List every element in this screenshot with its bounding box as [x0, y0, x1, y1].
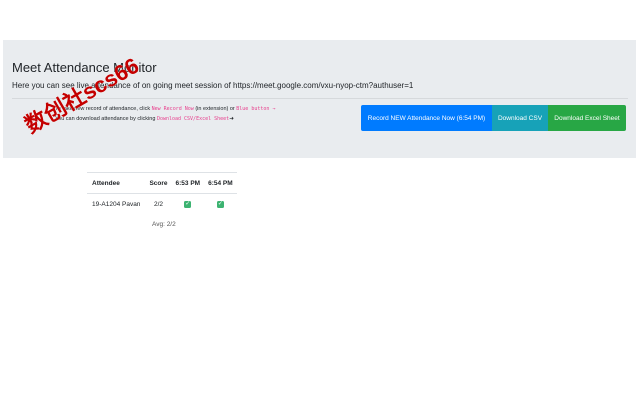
check-icon: ✓: [184, 201, 192, 208]
column-header-time-2: 6:54 PM: [204, 172, 237, 194]
present-cell: ✓: [204, 193, 237, 214]
download-instruction: You can download attendance by clicking …: [55, 116, 234, 122]
attendee-name: 19-A1204 Pavan: [87, 193, 146, 214]
check-icon: ✓: [216, 201, 224, 208]
blue-button-code: Blue button →: [236, 106, 276, 112]
average-score: Avg: 2/2: [152, 221, 176, 228]
arrow-right-icon: ➜: [229, 116, 234, 122]
record-attendance-button[interactable]: Record NEW Attendance Now (6:54 PM): [361, 105, 492, 131]
attendee-score: 2/2: [145, 193, 172, 214]
attendance-table: Attendee Score 6:53 PM 6:54 PM 19-A1204 …: [87, 172, 237, 214]
download-code: Download CSV/Excel Sheet: [156, 116, 230, 122]
column-header-time-1: 6:53 PM: [171, 172, 205, 194]
record-instruction-mid: (in extension) or: [195, 106, 235, 112]
new-record-code: New Record Now: [151, 106, 194, 112]
table-header-row: Attendee Score 6:53 PM 6:54 PM: [87, 172, 237, 194]
present-cell: ✓: [171, 193, 205, 214]
download-excel-button[interactable]: Download Excel Sheet: [548, 105, 626, 131]
column-header-attendee: Attendee: [87, 172, 146, 194]
table-row: 19-A1204 Pavan 2/2 ✓ ✓: [87, 193, 237, 214]
download-csv-button[interactable]: Download CSV: [492, 105, 548, 131]
column-header-score: Score: [145, 172, 172, 194]
